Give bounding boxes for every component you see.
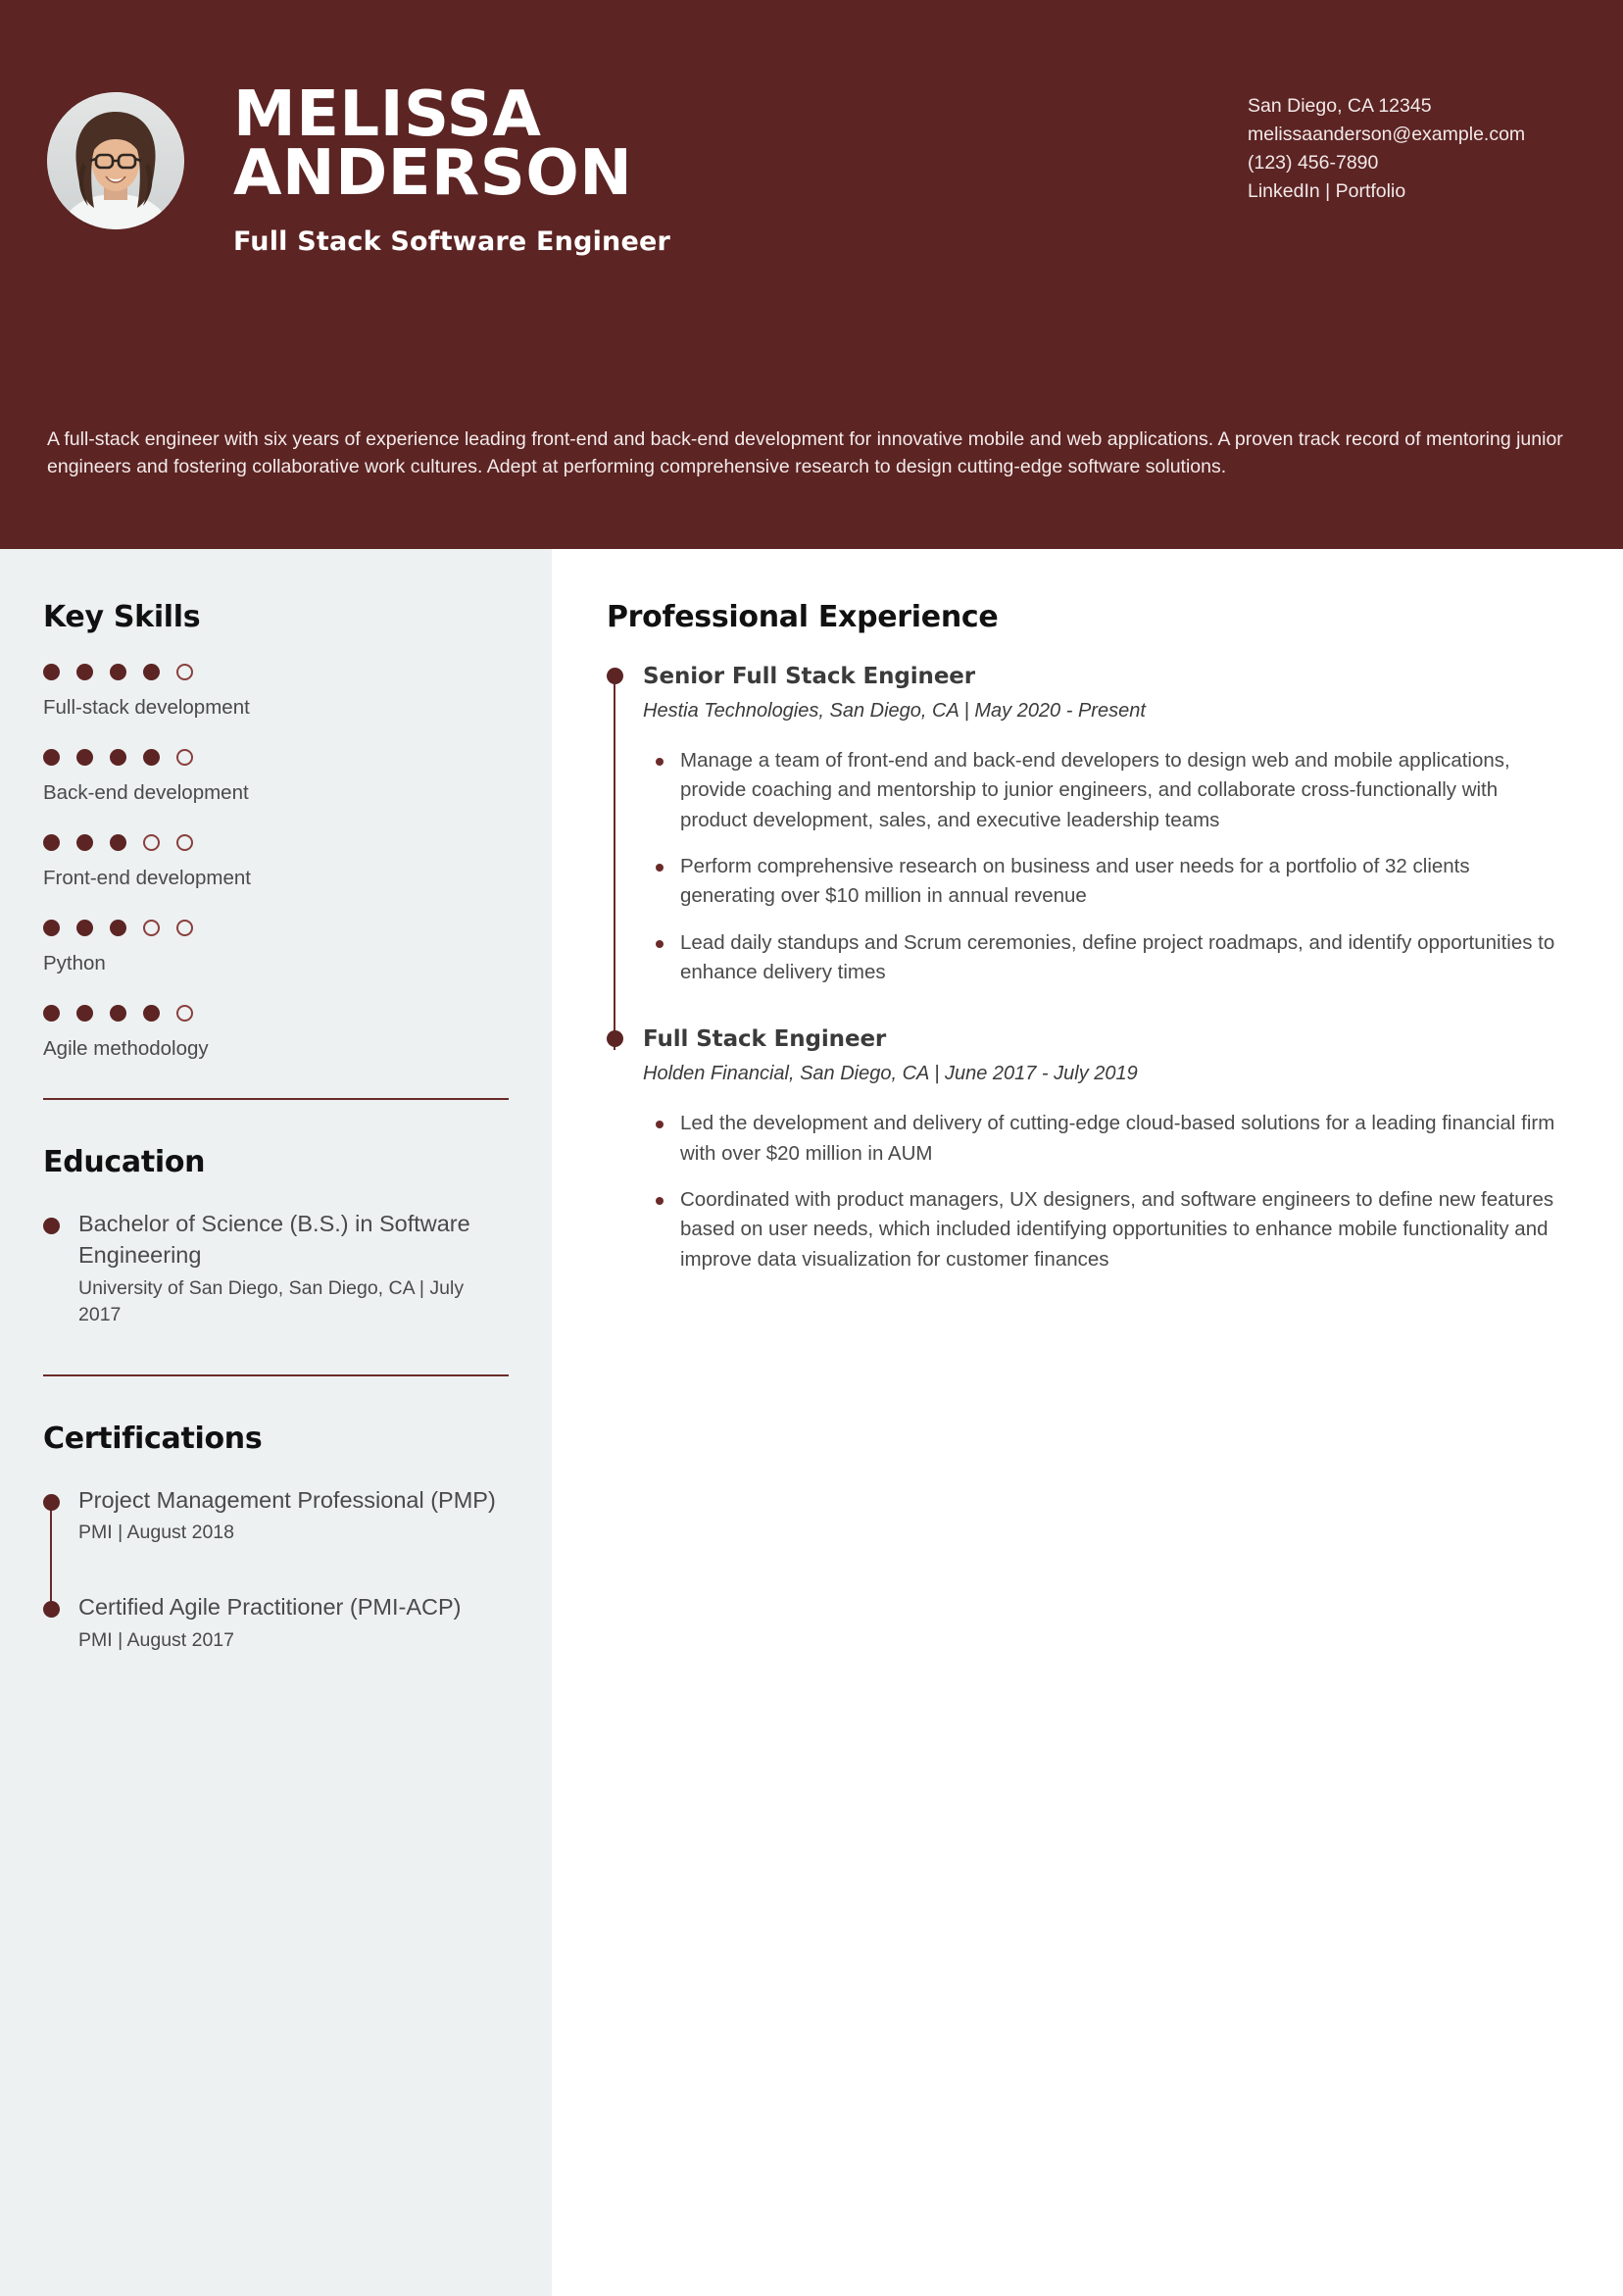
skill-rating <box>43 1005 509 1022</box>
skill-rating <box>43 920 509 936</box>
rating-dot-filled <box>110 920 126 936</box>
resume-page: MELISSA ANDERSON Full Stack Software Engi… <box>0 0 1623 2296</box>
skill-label: Python <box>43 952 106 974</box>
name-block: MELISSA ANDERSON Full Stack Software Engi… <box>184 83 1248 258</box>
sidebar: Key Skills Full-stack development Back-en… <box>0 549 552 2296</box>
rating-dot-filled <box>43 664 60 680</box>
skill-rating <box>43 749 509 766</box>
education-degree: Bachelor of Science (B.S.) in Software E… <box>78 1211 470 1268</box>
skill-label: Agile methodology <box>43 1037 209 1060</box>
rating-dot-filled <box>76 1005 93 1022</box>
skill-rating <box>43 664 509 680</box>
job-role-subtitle: Full Stack Software Engineer <box>233 226 671 258</box>
avatar-photo <box>47 92 184 229</box>
rating-dot-filled <box>76 749 93 766</box>
skill-item: Back-end development <box>43 749 509 805</box>
job-title: Senior Full Stack Engineer <box>643 664 976 689</box>
certification-detail: PMI | August 2017 <box>78 1628 234 1651</box>
certification-detail: PMI | August 2018 <box>78 1522 234 1544</box>
job-bullet: Coordinated with product managers, UX de… <box>643 1185 1562 1274</box>
education-detail: University of San Diego, San Diego, CA |… <box>78 1276 465 1326</box>
resume-header: MELISSA ANDERSON Full Stack Software Engi… <box>0 0 1623 549</box>
skill-item: Python <box>43 920 509 975</box>
certification-name: Certified Agile Practitioner (PMI-ACP) <box>78 1593 462 1620</box>
header-top-row: MELISSA ANDERSON Full Stack Software Engi… <box>0 0 1623 257</box>
rating-dot-filled <box>110 664 126 680</box>
certification-name: Project Management Professional (PMP) <box>78 1486 496 1513</box>
rating-dot-empty <box>143 920 160 936</box>
rating-dot-filled <box>76 664 93 680</box>
experience-list: Senior Full Stack Engineer Hestia Technol… <box>607 664 1562 1274</box>
job-bullet: Perform comprehensive research on busine… <box>643 852 1562 912</box>
rating-dot-empty <box>176 1005 193 1022</box>
section-certifications: Certifications Project Management Profes… <box>0 1376 552 1655</box>
skill-item: Front-end development <box>43 834 509 890</box>
timeline-dot-icon <box>607 668 623 684</box>
certifications-heading: Certifications <box>43 1421 263 1456</box>
job-meta: Holden Financial, San Diego, CA | June 2… <box>643 1063 1138 1085</box>
experience-heading: Professional Experience <box>607 600 999 634</box>
rating-dot-filled <box>110 749 126 766</box>
contact-block: San Diego, CA 12345 melissaanderson@exam… <box>1248 92 1576 205</box>
page-title: MELISSA ANDERSON <box>233 83 841 205</box>
profile-summary: A full-stack engineer with six years of … <box>47 428 1563 478</box>
contact-email[interactable]: melissaanderson@example.com <box>1248 121 1576 149</box>
last-name: ANDERSON <box>233 136 633 210</box>
certification-item: Certified Agile Practitioner (PMI-ACP) PM… <box>43 1592 509 1654</box>
rating-dot-filled <box>110 1005 126 1022</box>
rating-dot-filled <box>43 920 60 936</box>
key-skills-list: Full-stack development Back-end developme… <box>43 664 509 1061</box>
experience-item: Senior Full Stack Engineer Hestia Technol… <box>607 664 1562 987</box>
education-list: Bachelor of Science (B.S.) in Software E… <box>43 1209 509 1329</box>
skill-label: Full-stack development <box>43 696 250 719</box>
skill-label: Back-end development <box>43 781 249 804</box>
main-column: Professional Experience Senior Full Stac… <box>552 549 1623 2296</box>
rating-dot-filled <box>43 1005 60 1022</box>
skill-rating <box>43 834 509 851</box>
job-bullet-list: Led the development and delivery of cutt… <box>643 1109 1562 1274</box>
contact-location: San Diego, CA 12345 <box>1248 95 1432 117</box>
section-key-skills: Key Skills Full-stack development Back-en… <box>0 549 552 1100</box>
avatar <box>47 92 184 229</box>
timeline-dot-icon <box>607 1030 623 1048</box>
rating-dot-empty <box>176 920 193 936</box>
resume-body: Key Skills Full-stack development Back-en… <box>0 549 1623 2296</box>
portrait-photo-icon <box>47 92 184 229</box>
skill-label: Front-end development <box>43 867 251 889</box>
rating-dot-empty <box>176 749 193 766</box>
rating-dot-filled <box>43 834 60 851</box>
rating-dot-filled <box>143 749 160 766</box>
education-item: Bachelor of Science (B.S.) in Software E… <box>43 1209 509 1329</box>
timeline-dot-icon <box>43 1600 60 1618</box>
rating-dot-filled <box>110 834 126 851</box>
rating-dot-empty <box>176 664 193 680</box>
rating-dot-empty <box>143 834 160 851</box>
job-bullet: Led the development and delivery of cutt… <box>643 1109 1562 1169</box>
skill-item: Agile methodology <box>43 1005 509 1061</box>
section-education: Education Bachelor of Science (B.S.) in … <box>0 1100 552 1376</box>
job-bullet-list: Manage a team of front-end and back-end … <box>643 746 1562 987</box>
certification-item: Project Management Professional (PMP) PMI… <box>43 1485 509 1547</box>
job-bullet: Lead daily standups and Scrum ceremonies… <box>643 928 1562 988</box>
skill-item: Full-stack development <box>43 664 509 720</box>
rating-dot-filled <box>143 1005 160 1022</box>
timeline-dot-icon <box>43 1493 60 1511</box>
rating-dot-filled <box>43 749 60 766</box>
job-meta: Hestia Technologies, San Diego, CA | May… <box>643 700 1146 722</box>
timeline-dot-icon <box>43 1218 60 1234</box>
rating-dot-filled <box>76 834 93 851</box>
education-heading: Education <box>43 1145 206 1179</box>
job-bullet: Manage a team of front-end and back-end … <box>643 746 1562 835</box>
certifications-list: Project Management Professional (PMP) PMI… <box>43 1485 509 1655</box>
job-title: Full Stack Engineer <box>643 1026 887 1053</box>
key-skills-heading: Key Skills <box>43 600 201 634</box>
rating-dot-empty <box>176 834 193 851</box>
rating-dot-filled <box>143 664 160 680</box>
contact-links[interactable]: LinkedIn | Portfolio <box>1248 177 1576 206</box>
rating-dot-filled <box>76 920 93 936</box>
contact-phone[interactable]: (123) 456-7890 <box>1248 149 1576 177</box>
experience-item: Full Stack Engineer Holden Financial, San… <box>607 1026 1562 1274</box>
